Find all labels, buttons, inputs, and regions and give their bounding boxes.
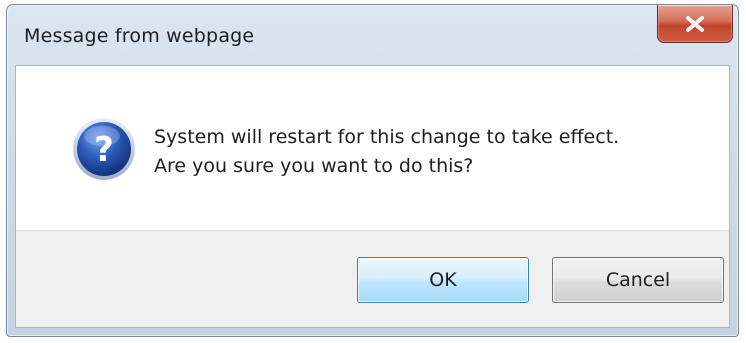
message-area: ? System will restart for this change to… [16, 66, 729, 234]
button-bar: OK Cancel [16, 230, 729, 327]
dialog-body: ? System will restart for this change to… [15, 65, 730, 328]
cancel-button[interactable]: Cancel [552, 257, 724, 303]
message-line-2: Are you sure you want to do this? [154, 155, 474, 177]
ok-button[interactable]: OK [357, 257, 529, 303]
dialog-window: Message from webpage ? System will resta… [6, 4, 739, 337]
dialog-title: Message from webpage [24, 25, 255, 47]
close-button[interactable] [657, 5, 733, 43]
close-icon [684, 15, 706, 33]
title-bar[interactable]: Message from webpage [7, 5, 738, 65]
question-glyph: ? [94, 130, 114, 170]
message-text: System will restart for this change to t… [154, 123, 619, 181]
question-icon: ? [72, 117, 136, 181]
message-line-1: System will restart for this change to t… [154, 126, 620, 148]
